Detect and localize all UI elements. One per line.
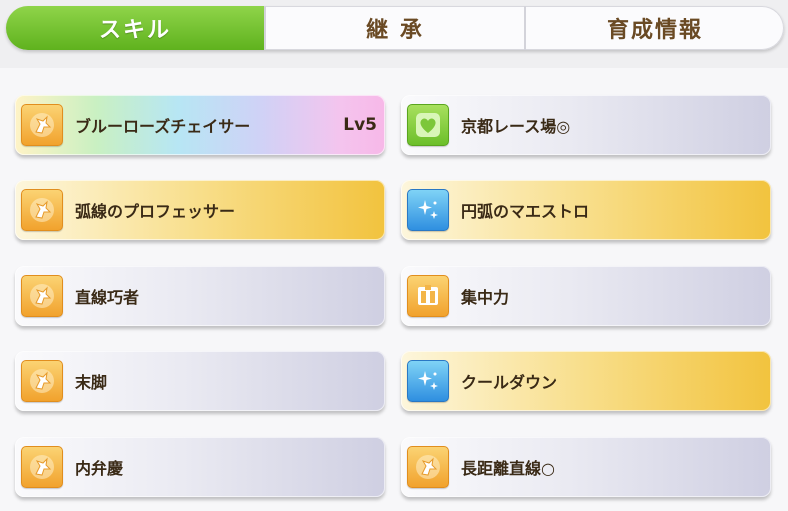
skill-card[interactable]: 円弧のマエストロ <box>401 180 771 240</box>
skill-name: 内弁慶 <box>75 459 124 478</box>
skill-card[interactable]: 京都レース場◎ <box>401 95 771 155</box>
skill-level: Lv5 <box>343 115 377 135</box>
skill-name: 末脚 <box>75 373 108 392</box>
gate-icon <box>407 275 449 317</box>
skill-card[interactable]: 直線巧者 <box>15 266 385 326</box>
skill-name: 直線巧者 <box>75 288 140 307</box>
rider-icon <box>21 446 63 488</box>
tab-training-info[interactable]: 育成情報 <box>524 6 784 50</box>
heart-icon <box>407 104 449 146</box>
tab-bar: スキル 継 承 育成情報 <box>6 6 784 50</box>
tab-skills[interactable]: スキル <box>6 6 264 50</box>
rider-icon <box>21 104 63 146</box>
skill-name: クールダウン <box>461 373 558 392</box>
tab-inheritance[interactable]: 継 承 <box>264 6 524 50</box>
skill-card[interactable]: 弧線のプロフェッサー <box>15 180 385 240</box>
skill-name: 円弧のマエストロ <box>461 202 590 221</box>
skill-name: 弧線のプロフェッサー <box>75 202 236 221</box>
rider-icon <box>407 446 449 488</box>
skill-name: 長距離直線○ <box>461 459 555 478</box>
rider-icon <box>21 360 63 402</box>
skill-card[interactable]: 長距離直線○ <box>401 437 771 497</box>
skill-card[interactable]: ブルーローズチェイサー Lv5 <box>15 95 385 155</box>
sparkle-icon <box>407 360 449 402</box>
skill-name: 集中力 <box>461 288 510 307</box>
sparkle-icon <box>407 189 449 231</box>
skill-card[interactable]: 末脚 <box>15 351 385 411</box>
skill-name: 京都レース場◎ <box>461 117 571 136</box>
rider-icon <box>21 189 63 231</box>
skill-card[interactable]: 集中力 <box>401 266 771 326</box>
skill-name: ブルーローズチェイサー <box>75 117 251 136</box>
rider-icon <box>21 275 63 317</box>
skill-card[interactable]: クールダウン <box>401 351 771 411</box>
skill-card[interactable]: 内弁慶 <box>15 437 385 497</box>
